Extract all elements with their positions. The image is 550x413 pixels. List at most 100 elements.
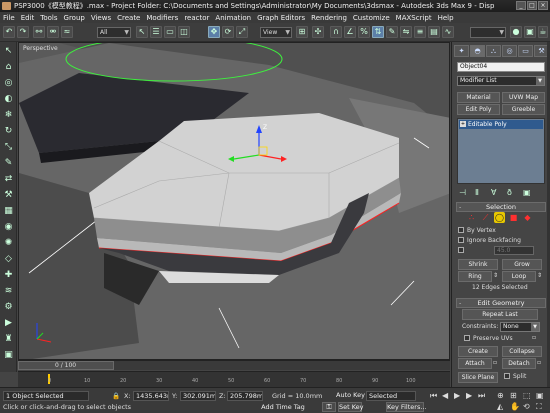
menu-views[interactable]: Views <box>91 14 111 22</box>
create-tab-icon[interactable]: ✦ <box>454 45 469 57</box>
z-coordinate-field[interactable]: 205.798m <box>227 391 263 401</box>
select-and-rotate-icon[interactable]: ⟳ <box>222 26 234 38</box>
menu-animation[interactable]: Animation <box>215 14 251 22</box>
orbit-icon[interactable]: ⟲ <box>523 402 530 411</box>
element-icon[interactable]: ◆ <box>522 212 533 223</box>
menu-maxscript[interactable]: MAXScript <box>396 14 432 22</box>
edit-poly-button[interactable]: Edit Poly <box>457 104 500 115</box>
viewport-scene[interactable]: Z <box>19 43 450 360</box>
menu-tools[interactable]: Tools <box>40 14 57 22</box>
wrench-tool-icon[interactable]: ⚒ <box>3 190 14 201</box>
show-end-result-icon[interactable]: Ⅱ <box>475 188 479 198</box>
modifier-stack[interactable]: + Editable Poly <box>457 118 545 184</box>
menu-modifiers[interactable]: Modifiers <box>146 14 178 22</box>
grow-button[interactable]: Grow <box>502 259 542 270</box>
x-coordinate-field[interactable]: 1435.643n <box>133 391 169 401</box>
attach-button[interactable]: Attach <box>458 358 492 369</box>
by-vertex-checkbox[interactable]: By Vertex <box>458 227 496 234</box>
selection-region-icon[interactable]: ▭ <box>164 26 176 38</box>
lock-selection-icon[interactable]: 🔒 <box>112 392 120 400</box>
constraints-dropdown[interactable]: None ▼ <box>500 322 540 332</box>
zoom-extents-all-icon[interactable]: ▣ <box>536 391 544 400</box>
set-key-button[interactable]: Set Key <box>338 402 364 412</box>
perspective-viewport[interactable]: Z Perspective <box>18 42 450 360</box>
time-slider[interactable]: 0 / 100 <box>18 361 114 370</box>
loop-spinner-icon[interactable]: ⇕ <box>537 272 542 279</box>
helper-tool-icon[interactable]: ✚ <box>3 270 14 281</box>
menu-edit[interactable]: Edit <box>21 14 35 22</box>
curve-editor-icon[interactable]: ∿ <box>442 26 454 38</box>
remove-modifier-icon[interactable]: ð <box>507 188 512 198</box>
menu-graph-editors[interactable]: Graph Editors <box>257 14 305 22</box>
repeat-last-button[interactable]: Repeat Last <box>462 309 538 320</box>
menu-help[interactable]: Help <box>438 14 454 22</box>
uvw-map-button[interactable]: UVW Map <box>502 92 545 103</box>
unlink-icon[interactable]: ⚮ <box>47 26 59 38</box>
modify-tab-icon[interactable]: ◓ <box>470 45 485 57</box>
create-button[interactable]: Create <box>458 346 498 357</box>
snap-toggle-icon[interactable]: ∩ <box>330 26 342 38</box>
manipulate-icon[interactable]: ✣ <box>312 26 324 38</box>
border-icon[interactable]: ◯ <box>494 212 505 223</box>
select-and-move-icon[interactable]: ✥ <box>208 26 220 38</box>
expand-icon[interactable]: + <box>460 121 466 127</box>
grid-tool-icon[interactable]: ▦ <box>3 206 14 217</box>
auto-key-button[interactable]: Auto Key <box>336 391 365 401</box>
ring-spinner-icon[interactable]: ⇕ <box>493 272 498 279</box>
detach-button[interactable]: Detach <box>502 358 536 369</box>
align-icon[interactable]: ≡ <box>414 26 426 38</box>
slice-plane-button[interactable]: Slice Plane <box>458 372 498 383</box>
go-to-start-icon[interactable]: ⏮ <box>430 391 437 401</box>
add-time-tag-button[interactable]: Add Time Tag <box>258 403 308 413</box>
go-to-end-icon[interactable]: ⏭ <box>478 391 485 401</box>
previous-frame-icon[interactable]: ◀ <box>442 391 448 400</box>
spinner-snap-icon[interactable]: ⇅ <box>372 26 384 38</box>
split-checkbox[interactable]: Split <box>504 373 526 380</box>
y-coordinate-field[interactable]: 302.091m <box>180 391 216 401</box>
vertex-icon[interactable]: ∴ <box>466 212 477 223</box>
attach-list-icon[interactable]: ▫ <box>493 359 497 366</box>
selection-rollout-header[interactable]: - Selection <box>456 202 546 212</box>
menu-create[interactable]: Create <box>117 14 140 22</box>
key-filters-button[interactable]: Key Filters... <box>386 402 427 412</box>
named-selection-sets-dropdown[interactable]: ▼ <box>470 27 506 38</box>
edit-geometry-rollout-header[interactable]: - Edit Geometry <box>456 298 546 308</box>
selection-filter-dropdown[interactable]: All ▼ <box>97 27 131 38</box>
hierarchy-tool-icon[interactable]: ⌂ <box>3 62 14 73</box>
edge-icon[interactable]: ⟋ <box>480 212 491 223</box>
layer-manager-icon[interactable]: ▤ <box>428 26 440 38</box>
ignore-backfacing-checkbox[interactable]: Ignore Backfacing <box>458 237 521 244</box>
ring-button[interactable]: Ring <box>458 271 492 282</box>
paint-tool-icon[interactable]: ✎ <box>3 158 14 169</box>
mirror-icon[interactable]: ⇋ <box>400 26 412 38</box>
field-of-view-icon[interactable]: ◭ <box>497 402 503 411</box>
bind-space-warp-icon[interactable]: ≈ <box>61 26 73 38</box>
track-bar[interactable]: 0 10 20 30 40 50 60 70 80 90 100 <box>18 371 450 387</box>
viewport-label[interactable]: Perspective <box>23 45 58 52</box>
by-angle-checkbox[interactable] <box>458 247 467 254</box>
maximize-button[interactable]: □ <box>527 1 537 10</box>
menu-file[interactable]: File <box>3 14 15 22</box>
select-tool-icon[interactable]: ↖ <box>3 46 14 57</box>
menu-reactor[interactable]: reactor <box>184 14 209 22</box>
pivot-center-icon[interactable]: ⊞ <box>296 26 308 38</box>
next-frame-icon[interactable]: ▶ <box>466 391 472 400</box>
motion-tool-icon[interactable]: ◎ <box>3 78 14 89</box>
hide-tool-icon[interactable]: ◐ <box>3 94 14 105</box>
render-tool-icon[interactable]: ▶ <box>3 318 14 329</box>
detach-settings-icon[interactable]: ▫ <box>537 359 541 366</box>
configure-sets-icon[interactable]: ▣ <box>523 188 531 198</box>
maximize-viewport-icon[interactable]: ⛶ <box>536 402 542 412</box>
select-by-name-icon[interactable]: ☰ <box>150 26 162 38</box>
material-editor-icon[interactable]: ● <box>510 26 522 38</box>
link-icon[interactable]: ⚯ <box>33 26 45 38</box>
menu-rendering[interactable]: Rendering <box>311 14 347 22</box>
by-angle-spinner[interactable]: 45.0 <box>494 246 534 255</box>
select-and-scale-icon[interactable]: ⤢ <box>236 26 248 38</box>
percent-snap-icon[interactable]: % <box>358 26 370 38</box>
connect-tool-icon[interactable]: ⇄ <box>3 174 14 185</box>
freeze-tool-icon[interactable]: ❄ <box>3 110 14 121</box>
redo-icon[interactable]: ↷ <box>17 26 29 38</box>
minimize-button[interactable]: _ <box>516 1 526 10</box>
camera-tool-icon[interactable]: ◉ <box>3 222 14 233</box>
